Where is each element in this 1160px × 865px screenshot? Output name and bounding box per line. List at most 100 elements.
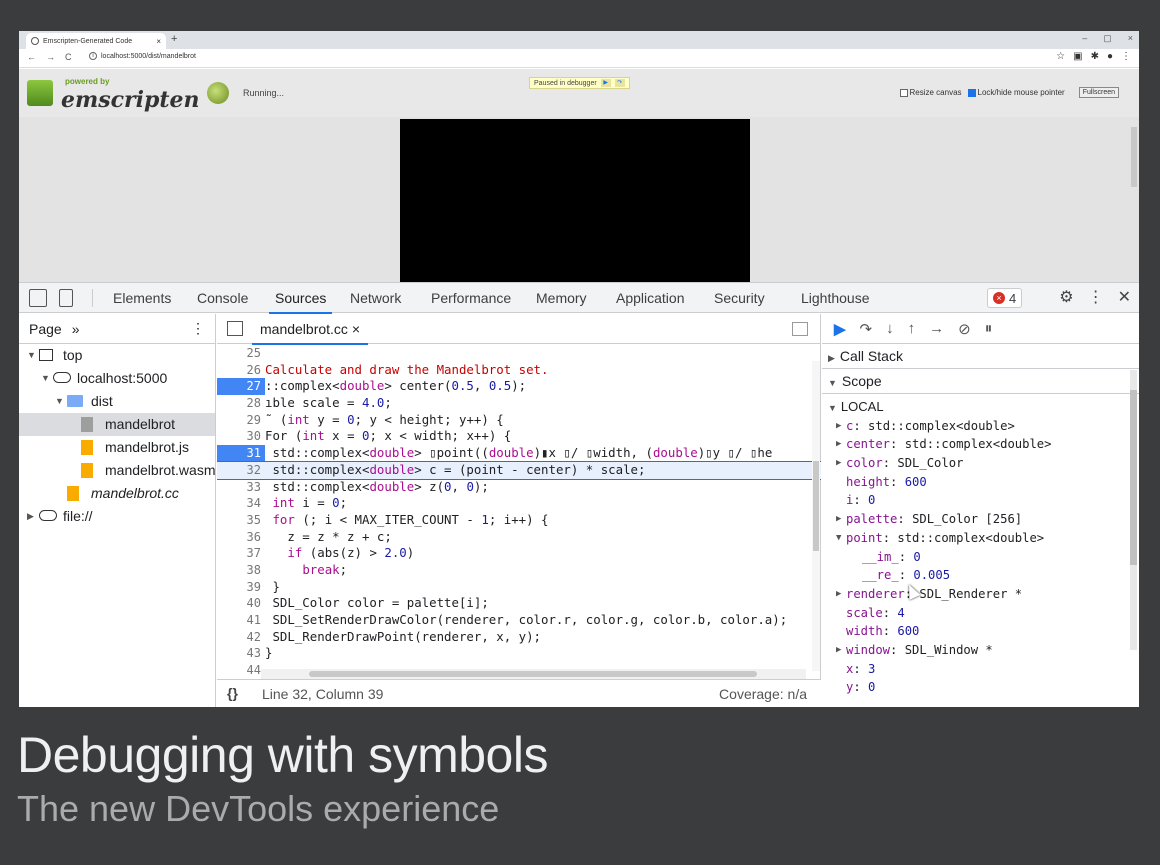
page-scrollbar[interactable] <box>1131 127 1137 187</box>
scope-variable[interactable]: width: 600 <box>822 622 1139 641</box>
menu-kebab-icon[interactable]: ⋮ <box>1121 51 1131 62</box>
deactivate-breakpoints-icon[interactable]: ⊘ <box>958 320 971 338</box>
code-line[interactable]: 28 ıble scale = 4.0; <box>217 395 821 412</box>
breakpoint-gutter[interactable]: 27 <box>217 378 265 396</box>
tab-page[interactable]: Page <box>29 321 62 337</box>
code-text[interactable]: std::complex<double> c = (point - center… <box>265 462 645 479</box>
file-tree-item[interactable]: ▶ file:// <box>19 505 215 528</box>
expanded-triangle-icon[interactable]: ▼ <box>27 344 36 367</box>
info-icon[interactable]: i <box>89 52 97 60</box>
close-window-button[interactable]: × <box>1128 33 1133 44</box>
back-button[interactable]: ← <box>27 52 36 62</box>
code-text[interactable]: if (abs(z) > 2.0) <box>265 545 414 562</box>
file-tree-item[interactable]: ▼ dist <box>19 390 215 413</box>
line-number[interactable]: 43 <box>217 645 261 662</box>
overlay-step-over-button[interactable]: ↷ <box>614 79 625 87</box>
line-number[interactable]: 28 <box>217 395 261 412</box>
scope-variable[interactable]: ▶ color: SDL_Color <box>822 454 1139 473</box>
line-number[interactable]: 41 <box>217 612 261 629</box>
scope-variable[interactable]: height: 600 <box>822 473 1139 492</box>
line-number[interactable]: 44 <box>217 662 261 675</box>
local-scope-header[interactable]: ▼ LOCAL <box>822 398 1139 417</box>
collapsed-triangle-icon[interactable]: ▶ <box>836 435 841 454</box>
tab-close-icon[interactable]: × <box>156 37 161 46</box>
tab-application[interactable]: Application <box>616 290 685 306</box>
tab-console[interactable]: Console <box>197 290 248 306</box>
scope-variable[interactable]: i: 0 <box>822 491 1139 510</box>
url-field[interactable]: i localhost:5000/dist/mandelbrot <box>89 52 196 60</box>
code-line[interactable]: 26 Calculate and draw the Mandelbrot set. <box>217 362 821 379</box>
code-line[interactable]: 38 break; <box>217 562 821 579</box>
code-line[interactable]: 27::complex<double> center(0.5, 0.5); <box>217 378 821 396</box>
scope-variable[interactable]: ▶ center: std::complex<double> <box>822 435 1139 454</box>
fullscreen-button[interactable]: Fullscreen <box>1078 87 1119 98</box>
code-text[interactable]: Calculate and draw the Mandelbrot set. <box>265 362 548 379</box>
line-number[interactable]: 40 <box>217 595 261 612</box>
code-text[interactable]: z = z * z + c; <box>265 529 391 546</box>
pause-on-exceptions-icon[interactable]: ⏸ <box>985 320 993 337</box>
step-icon[interactable]: → <box>929 320 944 337</box>
code-text[interactable]: } <box>265 645 272 662</box>
scope-variable[interactable]: scale: 4 <box>822 604 1139 623</box>
toggle-debugger-icon[interactable] <box>792 322 808 336</box>
line-number[interactable]: 33 <box>217 479 261 496</box>
code-text[interactable]: SDL_SetRenderDrawColor(renderer, color.r… <box>265 612 787 629</box>
line-number[interactable]: 25 <box>217 345 261 362</box>
code-lines[interactable]: 25 26 Calculate and draw the Mandelbrot se… <box>217 345 821 675</box>
device-toolbar-icon[interactable] <box>59 289 73 307</box>
tab-lighthouse[interactable]: Lighthouse <box>801 290 870 306</box>
line-number[interactable]: 26 <box>217 362 261 379</box>
step-out-icon[interactable]: ↑ <box>908 320 916 337</box>
scope-section[interactable]: ▼ Scope <box>822 369 1139 394</box>
puzzle-icon[interactable]: ✱ <box>1091 51 1099 62</box>
code-text[interactable]: std::complex<double> ▯point((double)▮x ▯… <box>265 445 772 462</box>
tab-elements[interactable]: Elements <box>113 290 171 306</box>
code-line[interactable]: 42 SDL_RenderDrawPoint(renderer, x, y); <box>217 629 821 646</box>
step-into-icon[interactable]: ↓ <box>886 320 894 337</box>
code-text[interactable]: SDL_RenderDrawPoint(renderer, x, y); <box>265 629 541 646</box>
code-line[interactable]: 29 ˜ (int y = 0; y < height; y++) { <box>217 412 821 429</box>
call-stack-section[interactable]: ▶ Call Stack <box>822 344 1139 369</box>
collapsed-triangle-icon[interactable]: ▶ <box>836 585 841 604</box>
line-number[interactable]: 35 <box>217 512 261 529</box>
bookmark-star-icon[interactable]: ☆ <box>1056 51 1065 62</box>
editor-file-tab[interactable]: mandelbrot.cc × <box>251 321 369 345</box>
collapsed-triangle-icon[interactable]: ▶ <box>836 510 841 529</box>
code-line[interactable]: 39 } <box>217 579 821 596</box>
scope-variable[interactable]: ▼ point: std::complex<double> <box>822 529 1139 548</box>
scope-variable[interactable]: y: 0 <box>822 678 1139 697</box>
more-tabs-chevron-icon[interactable]: » <box>72 321 80 337</box>
code-line[interactable]: 37 if (abs(z) > 2.0) <box>217 545 821 562</box>
forward-button[interactable]: → <box>46 52 55 62</box>
extension-icon[interactable]: ▣ <box>1073 51 1082 62</box>
code-line[interactable]: 30 For (int x = 0; x < width; x++) { <box>217 428 821 445</box>
editor-vertical-scrollbar[interactable] <box>812 361 820 671</box>
resize-canvas-option[interactable]: Resize canvas <box>899 88 962 97</box>
new-tab-button[interactable]: + <box>171 33 177 45</box>
scope-variable[interactable]: x: 3 <box>822 660 1139 679</box>
file-tab-close-icon[interactable]: × <box>352 321 360 337</box>
code-line[interactable]: 43} <box>217 645 821 662</box>
code-text[interactable]: ::complex<double> center(0.5, 0.5); <box>265 378 526 395</box>
reload-button[interactable]: C <box>65 52 72 62</box>
file-tree-item[interactable]: mandelbrot.cc <box>19 482 215 505</box>
code-line[interactable]: 33 std::complex<double> z(0, 0); <box>217 479 821 496</box>
scope-variable[interactable]: __im_: 0 <box>822 548 1139 567</box>
line-number[interactable]: 38 <box>217 562 261 579</box>
resume-icon[interactable]: ▶ <box>834 320 846 338</box>
editor-vscroll-thumb[interactable] <box>813 461 819 551</box>
expanded-triangle-icon[interactable]: ▼ <box>55 390 64 413</box>
resize-canvas-checkbox[interactable] <box>899 88 908 97</box>
collapsed-triangle-icon[interactable]: ▶ <box>836 417 841 436</box>
line-number[interactable]: 32 <box>217 462 261 479</box>
scope-variable[interactable]: ▶ renderer: SDL_Renderer * <box>822 585 1139 604</box>
line-number[interactable]: 42 <box>217 629 261 646</box>
code-line[interactable]: 32 std::complex<double> c = (point - cen… <box>217 460 821 480</box>
browser-tab[interactable]: Emscripten-Generated Code × <box>26 33 166 49</box>
code-line[interactable]: 25 <box>217 345 821 362</box>
code-line[interactable]: 35 for (; i < MAX_ITER_COUNT - 1; i++) { <box>217 512 821 529</box>
line-number[interactable]: 34 <box>217 495 261 512</box>
error-count-badge[interactable]: × 4 <box>987 288 1023 308</box>
settings-gear-icon[interactable]: ⚙ <box>1059 287 1073 307</box>
scope-variable[interactable]: __re_: 0.005 <box>822 566 1139 585</box>
